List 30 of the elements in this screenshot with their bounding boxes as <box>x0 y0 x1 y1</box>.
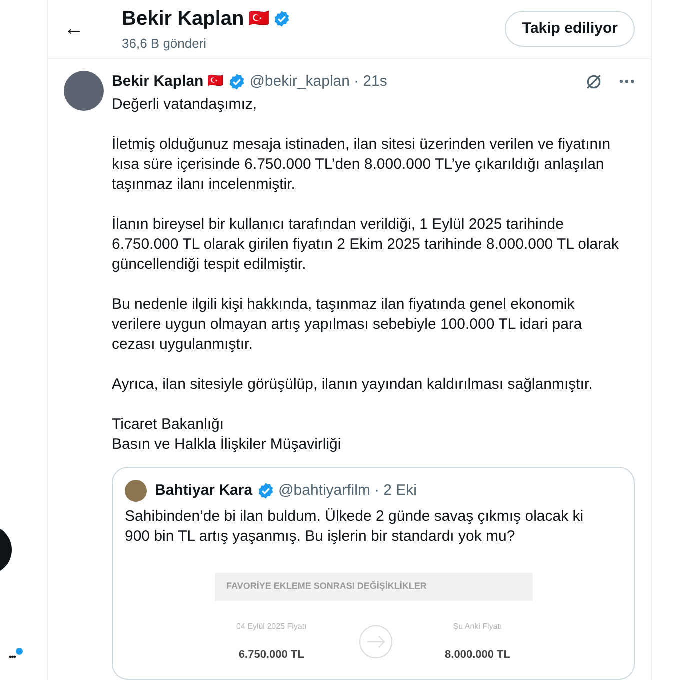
post-paragraph: Ayrıca, ilan sitesiyle görüşülüp, ilanın yayından kaldırılması sağlanmıştır. <box>112 375 594 395</box>
author-name[interactable]: Bahtiyar Kara <box>155 480 253 502</box>
avatar-photo <box>125 480 147 502</box>
post-paragraph: Bu nedenle ilgili kişi hakkında, taşınmaz ilan fiyatında genel ekonomik verilere uygun olmayan artış yapılması sebebiyle 100.000 TL idari para cezası uygulanmıştır. <box>112 295 584 355</box>
flag-emoji: 🇹🇷 <box>248 10 270 28</box>
price-value: 8.000.000 TL <box>445 648 510 662</box>
back-button[interactable]: ← <box>64 18 84 39</box>
flag-emoji: 🇹🇷 <box>208 75 224 88</box>
post-time[interactable]: · 21s <box>354 70 388 93</box>
more-icon[interactable] <box>619 79 635 84</box>
following-button[interactable]: Takip ediliyor <box>505 10 635 47</box>
section-heading: FAVORİYE EKLEME SONRASI DEĞİŞİKLİKLER <box>226 580 427 593</box>
more-options-text[interactable]: ••• <box>9 653 16 662</box>
quoted-post-text: Sahibinden’de bi ilan buldum. Ülkede 2 günde savaş çıkmış olacak ki 900 bin TL artış yaşanmış. Bu işlerin bir standardı yok mu? <box>125 506 585 546</box>
post-time[interactable]: · 2 Eki <box>374 480 417 502</box>
profile-name: Bekir Kaplan <box>122 7 244 32</box>
slashed-circle-icon[interactable] <box>585 72 603 91</box>
avatar-photo[interactable] <box>64 70 104 110</box>
post-count: 36,6 B gönderi <box>122 35 208 53</box>
post-paragraph: İlanın bireysel bir kullanıcı tarafından verildiği, 1 Eylül 2025 tarihinde 6.750.000 TL olarak girilen fiyatın 2 Ekim 2025 tarihinde 8.000.000 TL olarak güncellendiği tespit edilmiştir. <box>112 215 619 275</box>
price-label: Şu Anki Fiyatı <box>453 620 502 632</box>
post-paragraph: Değerli vatandaşımız, <box>112 95 258 115</box>
arrow-circle-icon <box>358 624 393 659</box>
author-handle[interactable]: @bahtiyarfilm <box>278 480 370 502</box>
post-paragraph: Ticaret Bakanlığı Basın ve Halkla İlişkiler Müşavirliği <box>112 415 342 455</box>
post-paragraph: İletmiş olduğunuz mesaja istinaden, ilan sitesi üzerinden verilen ve fiyatının kısa süre içerisinde 6.750.000 TL’den 8.000.000 TL’ye çıkarıldığı anlaşılan taşınmaz ilanı incelenmiştir. <box>112 135 612 195</box>
author-name[interactable]: Bekir Kaplan <box>112 70 204 93</box>
price-value: 6.750.000 TL <box>238 648 304 662</box>
author-handle[interactable]: @bekir_kaplan <box>250 70 350 93</box>
price-label: 04 Eylül 2025 Fiyatı <box>236 620 307 632</box>
